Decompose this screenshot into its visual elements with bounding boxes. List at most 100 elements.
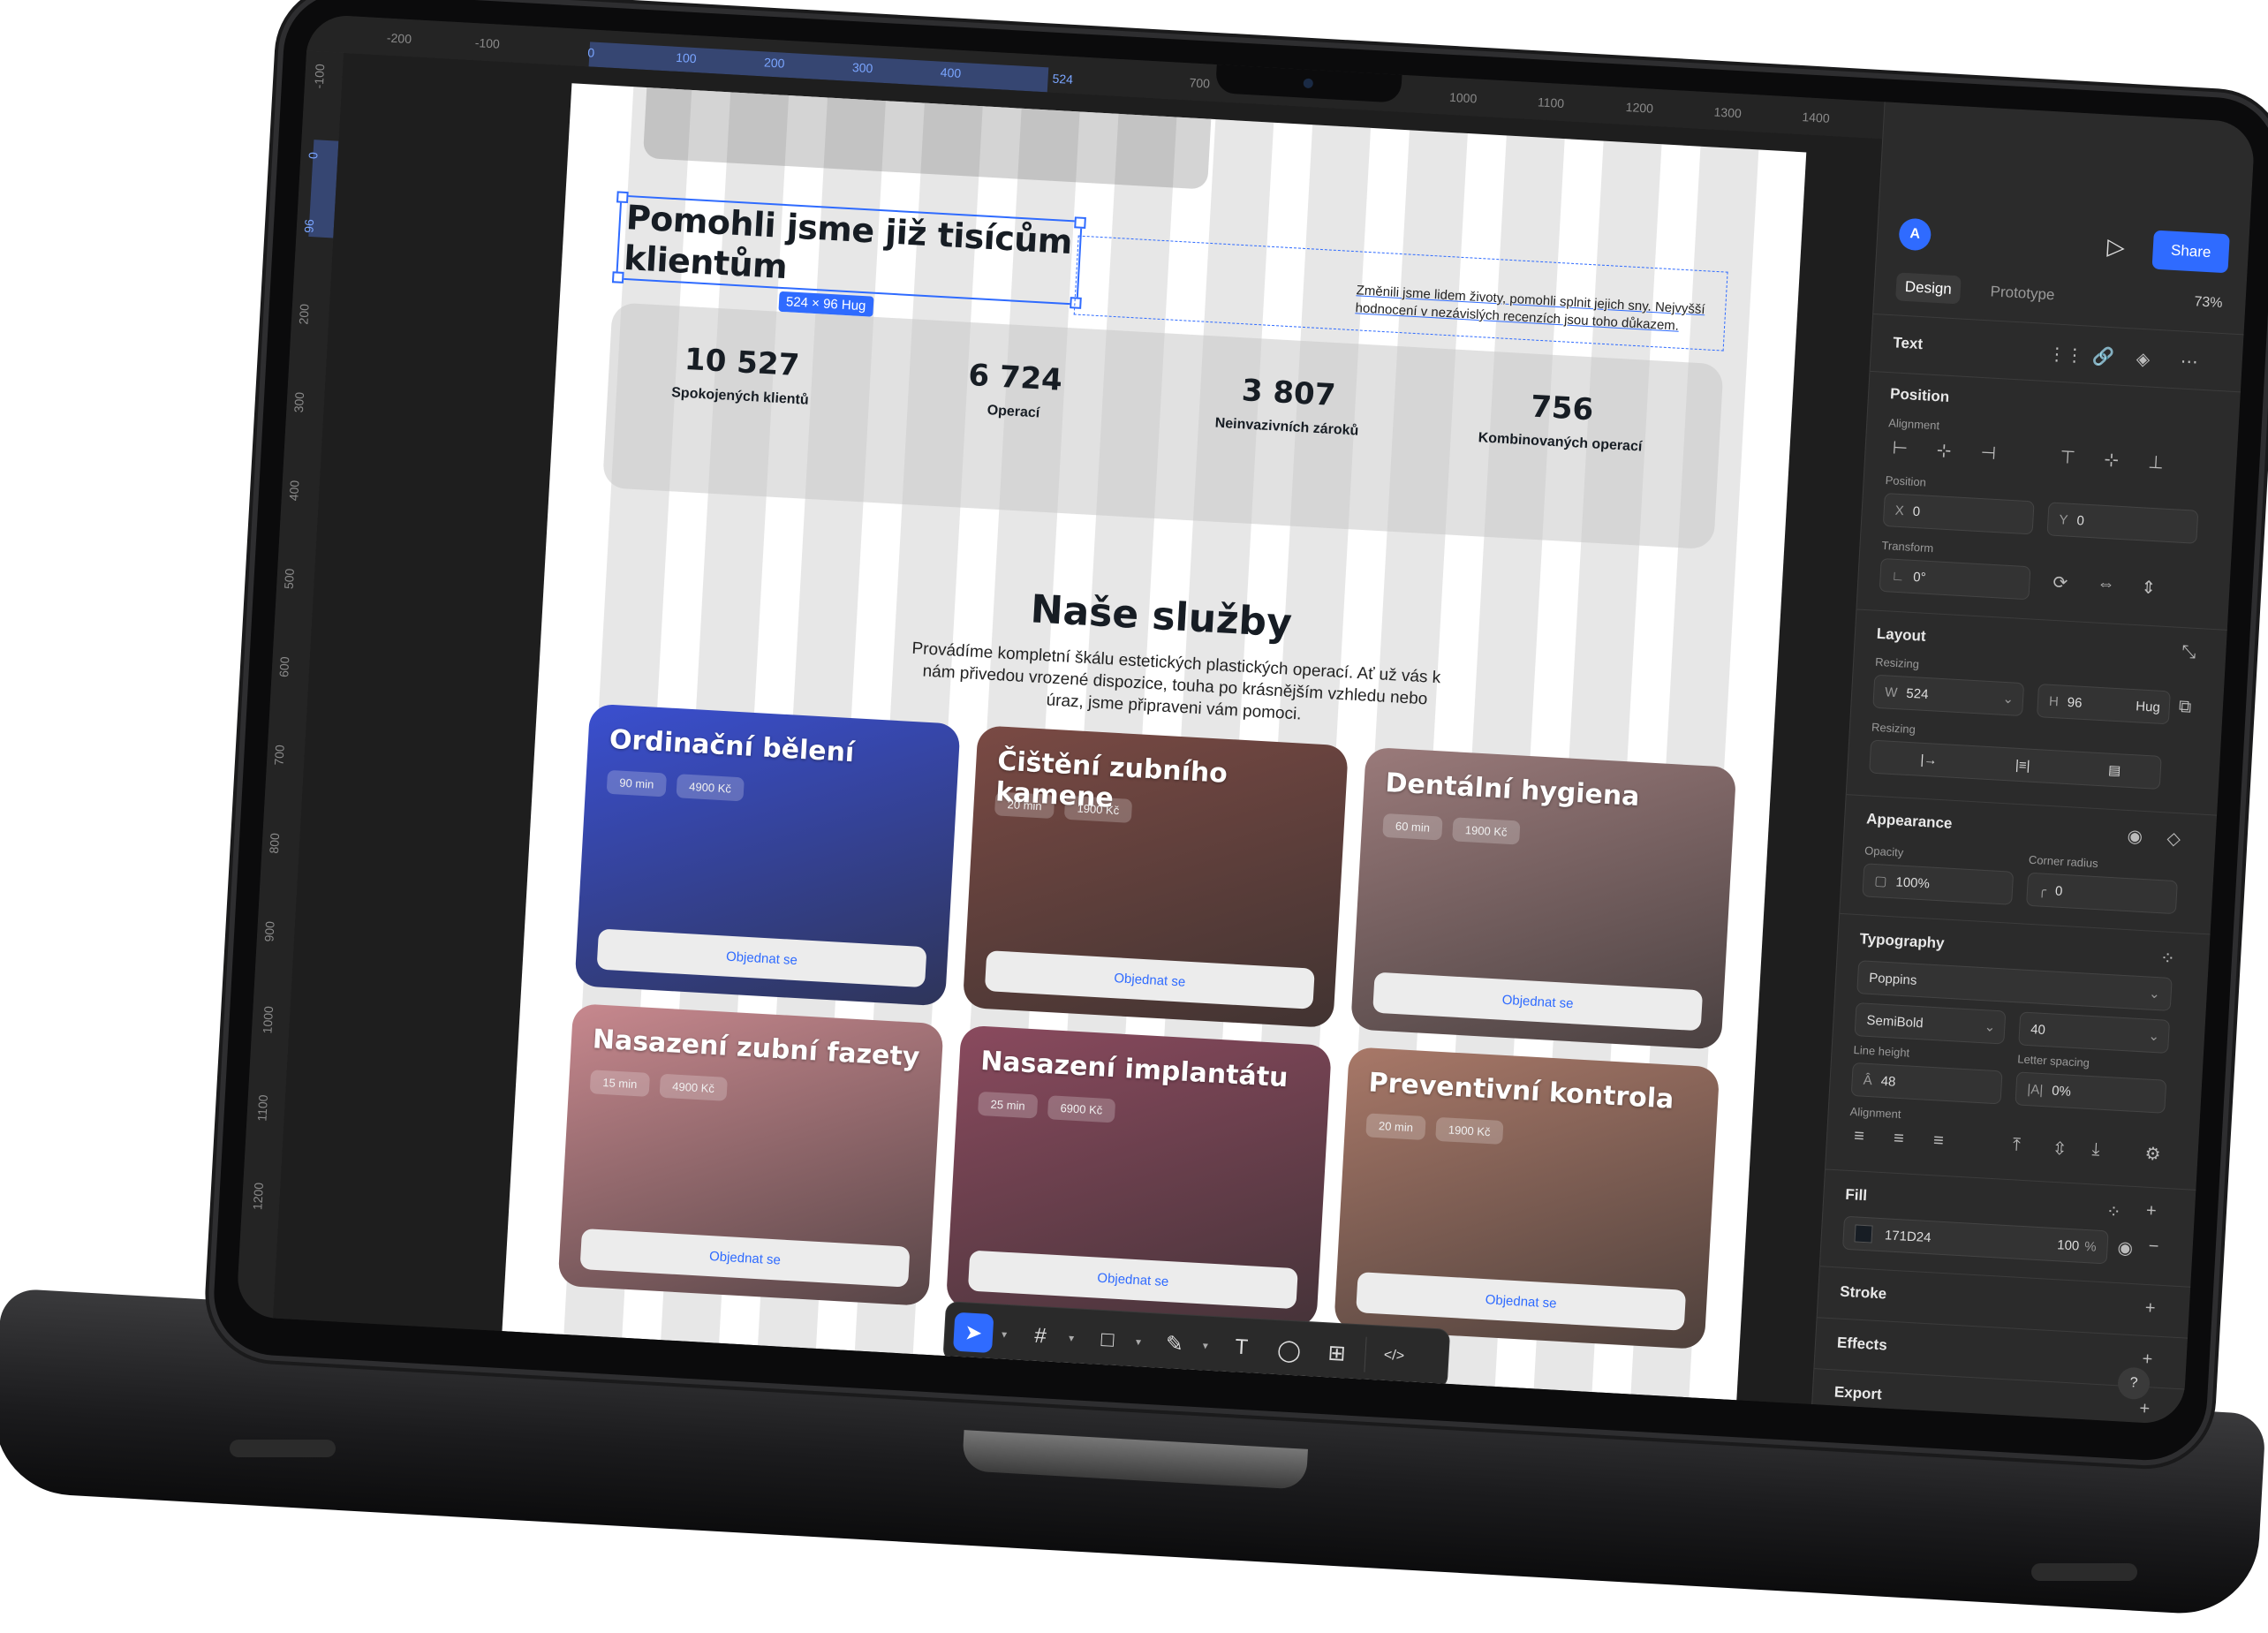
service-title: Nasazení implantátu <box>979 1045 1289 1094</box>
align-right-icon[interactable]: ⊣ <box>1980 442 1997 465</box>
flip-horizontal-icon[interactable]: ⇔ <box>2097 574 2115 595</box>
chevron-down-icon[interactable]: ▾ <box>1069 1332 1080 1345</box>
height-field[interactable]: H 96 Hug <box>2036 684 2171 725</box>
service-card[interactable]: Dentální hygiena 60 min 1900 Kč Objednat… <box>1350 746 1737 1050</box>
price-tag: 4900 Kč <box>676 774 745 802</box>
text-align-middle-icon[interactable]: ⇳ <box>2052 1138 2068 1160</box>
book-button[interactable]: Objednat se <box>967 1250 1298 1310</box>
line-height-field[interactable]: Â 48 <box>1850 1062 2003 1105</box>
fixed-icon[interactable]: |→ <box>1920 752 1938 767</box>
resize-handle[interactable] <box>616 191 629 204</box>
fill-swatch[interactable] <box>1854 1224 1873 1244</box>
shape-tool-icon[interactable]: □ <box>1087 1319 1128 1360</box>
help-button[interactable]: ? <box>2117 1366 2151 1401</box>
eye-icon[interactable]: ◉ <box>2117 1236 2134 1259</box>
font-weight-select[interactable]: SemiBold ⌄ <box>1854 1002 2007 1045</box>
letter-spacing-field[interactable]: |A| 0% <box>2015 1071 2167 1114</box>
move-tool-icon[interactable]: ➤ <box>953 1312 994 1354</box>
fill-icon[interactable]: ▤ <box>2108 762 2121 779</box>
add-fill-icon[interactable]: + <box>2145 1201 2157 1222</box>
grid-icon[interactable]: ⋮⋮ <box>2047 343 2083 367</box>
eye-icon[interactable]: ◉ <box>2127 825 2143 848</box>
ruler-tick: 1200 <box>250 1182 266 1211</box>
tab-prototype[interactable]: Prototype <box>1981 277 2064 310</box>
rotate-icon[interactable]: ⟳ <box>2053 571 2068 594</box>
book-button[interactable]: Objednat se <box>579 1228 911 1288</box>
service-tags: 15 min 4900 Kč <box>589 1070 728 1101</box>
text-tool-icon[interactable]: T <box>1221 1327 1262 1368</box>
tab-design[interactable]: Design <box>1895 272 1962 305</box>
frame-tool-icon[interactable]: # <box>1020 1316 1061 1357</box>
add-export-icon[interactable]: + <box>2139 1399 2151 1420</box>
more-icon[interactable]: ⋯ <box>2180 350 2198 373</box>
font-size-field[interactable]: 40 ⌄ <box>2018 1011 2171 1054</box>
fill-color-field[interactable]: 171D24 100 % <box>1841 1215 2109 1265</box>
font-family-select[interactable]: Poppins ⌄ <box>1856 960 2173 1011</box>
text-align-bottom-icon[interactable]: ⤓ <box>2091 1139 2100 1160</box>
book-button[interactable]: Objednat se <box>596 928 927 988</box>
service-card[interactable]: Nasazení zubní fazety 15 min 4900 Kč Obj… <box>557 1003 944 1306</box>
chevron-down-icon[interactable]: ▾ <box>1136 1335 1147 1349</box>
comment-tool-icon[interactable]: ◯ <box>1268 1330 1309 1371</box>
stat-item: 756 Kombinovaných operací <box>1445 384 1677 457</box>
resize-handle[interactable] <box>611 271 624 284</box>
text-align-top-icon[interactable]: ⤒ <box>2012 1135 2021 1155</box>
pen-tool-icon[interactable]: ✎ <box>1154 1323 1195 1364</box>
components-tool-icon[interactable]: ⊞ <box>1316 1333 1357 1373</box>
stat-item: 3 807 Neinvazivních zároků <box>1172 369 1404 442</box>
align-top-icon[interactable]: ⊤ <box>2060 446 2076 469</box>
book-button[interactable]: Objednat se <box>1356 1272 1687 1331</box>
resize-handle[interactable] <box>1074 216 1086 230</box>
rotation-field[interactable]: ∟ 0° <box>1879 557 2031 601</box>
avatar[interactable]: A <box>1898 217 1932 252</box>
collapse-icon[interactable]: ⤡ <box>2181 642 2196 663</box>
selection-box[interactable] <box>611 191 1086 309</box>
width-field[interactable]: W 524 ⌄ <box>1872 674 2025 717</box>
chevron-down-icon[interactable]: ▾ <box>1202 1339 1213 1352</box>
service-card[interactable]: Preventivní kontrola 20 min 1900 Kč Obje… <box>1334 1047 1720 1350</box>
y-field[interactable]: Y 0 <box>2046 502 2199 544</box>
service-card[interactable]: Nasazení implantátu 25 min 6900 Kč Objed… <box>945 1024 1332 1328</box>
font-weight-value: SemiBold <box>1866 1012 1924 1031</box>
service-card[interactable]: Ordinační bělení 90 min 4900 Kč Objednat… <box>574 703 961 1007</box>
align-left-icon[interactable]: ⊢ <box>1892 436 1909 459</box>
component-icon[interactable]: ◈ <box>2136 348 2151 371</box>
hug-icon[interactable]: |≡| <box>2015 757 2030 773</box>
font-family-value: Poppins <box>1868 970 1917 988</box>
text-styles-icon[interactable]: ⁘ <box>2159 947 2175 970</box>
font-size-value: 40 <box>2030 1021 2046 1038</box>
remove-fill-icon[interactable]: − <box>2148 1236 2159 1258</box>
corner-radius-field[interactable]: ╭ 0 <box>2026 872 2178 915</box>
ruler-tick: -100 <box>474 35 501 51</box>
share-button[interactable]: Share <box>2151 230 2230 274</box>
text-align-center-icon[interactable]: ≡ <box>1893 1129 1905 1150</box>
text-align-right-icon[interactable]: ≡ <box>1932 1130 1944 1152</box>
design-canvas[interactable]: Pomohli jsme již tisícům klientům 524 × … <box>272 52 1884 1405</box>
add-effect-icon[interactable]: + <box>2142 1349 2153 1371</box>
styles-icon[interactable]: ⁘ <box>2105 1200 2121 1223</box>
text-settings-icon[interactable]: ⚙ <box>2144 1143 2161 1166</box>
align-bottom-icon[interactable]: ⊥ <box>2148 451 2165 474</box>
book-button[interactable]: Objednat se <box>1372 971 1704 1032</box>
dev-mode-icon[interactable]: </> <box>1373 1335 1414 1376</box>
align-middle-icon[interactable]: ⊹ <box>2104 449 2120 472</box>
blend-icon[interactable]: ◇ <box>2166 827 2181 850</box>
ruler-tick: 600 <box>276 656 292 678</box>
ruler-tick: 700 <box>1189 75 1211 91</box>
opacity-field[interactable]: ▢ 100% <box>1862 863 2015 905</box>
artboard[interactable]: Pomohli jsme již tisícům klientům 524 × … <box>502 83 1807 1405</box>
zoom-level[interactable]: 73% <box>2194 294 2223 312</box>
book-button[interactable]: Objednat se <box>984 950 1315 1009</box>
play-icon[interactable]: ▷ <box>2106 233 2126 261</box>
x-field[interactable]: X 0 <box>1882 492 2035 535</box>
clip-icon[interactable]: ⧉ <box>2178 697 2191 718</box>
link-icon[interactable]: 🔗 <box>2091 345 2114 368</box>
flip-vertical-icon[interactable]: ⇕ <box>2141 576 2157 599</box>
align-center-icon[interactable]: ⊹ <box>1936 439 1952 462</box>
service-card[interactable]: Čištění zubního kamene 20 min 1900 Kč Ob… <box>962 725 1349 1029</box>
text-align-left-icon[interactable]: ≡ <box>1854 1126 1865 1147</box>
service-tags: 25 min 6900 Kč <box>977 1091 1115 1123</box>
fill-opacity-unit: % <box>2083 1238 2098 1255</box>
add-stroke-icon[interactable]: + <box>2144 1298 2156 1319</box>
chevron-down-icon[interactable]: ▾ <box>1002 1328 1013 1342</box>
